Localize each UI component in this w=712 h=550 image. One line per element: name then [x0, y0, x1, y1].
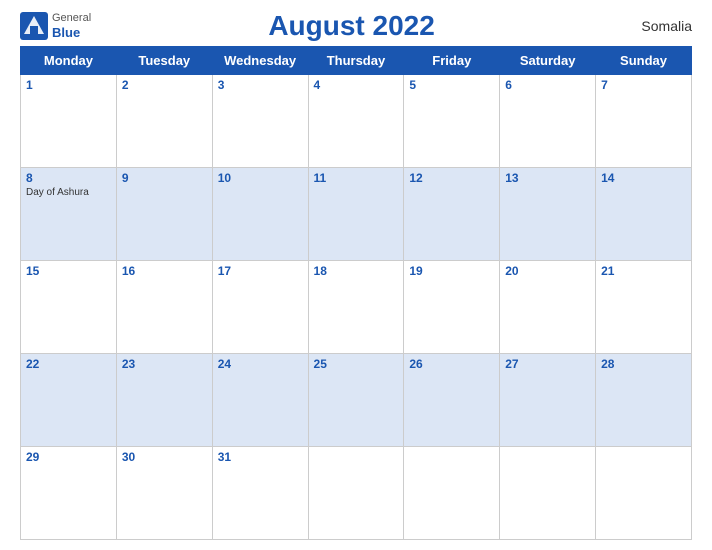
calendar-day-cell: 24 [212, 354, 308, 447]
calendar-week-row: 22 23 24 25 26 27 28 [21, 354, 692, 447]
logo: General Blue [20, 12, 91, 41]
calendar-day-cell: 30 [116, 447, 212, 540]
date-number: 10 [218, 171, 303, 185]
date-number: 8 [26, 171, 111, 185]
date-number: 17 [218, 264, 303, 278]
calendar-day-cell: 2 [116, 75, 212, 168]
country-name: Somalia [612, 18, 692, 34]
date-number: 7 [601, 78, 686, 92]
calendar-day-cell: 4 [308, 75, 404, 168]
logo-text: General Blue [52, 12, 91, 41]
calendar-week-row: 15 16 17 18 19 20 21 [21, 261, 692, 354]
calendar-day-cell: 25 [308, 354, 404, 447]
date-number: 25 [314, 357, 399, 371]
calendar-day-cell: 3 [212, 75, 308, 168]
date-number: 19 [409, 264, 494, 278]
calendar-title: August 2022 [91, 10, 612, 42]
date-number: 2 [122, 78, 207, 92]
header-wednesday: Wednesday [212, 47, 308, 75]
date-number: 28 [601, 357, 686, 371]
calendar-day-cell: 17 [212, 261, 308, 354]
date-number: 21 [601, 264, 686, 278]
calendar-day-cell: 15 [21, 261, 117, 354]
header-thursday: Thursday [308, 47, 404, 75]
weekday-header-row: Monday Tuesday Wednesday Thursday Friday… [21, 47, 692, 75]
header-saturday: Saturday [500, 47, 596, 75]
date-number: 3 [218, 78, 303, 92]
date-number: 18 [314, 264, 399, 278]
header-monday: Monday [21, 47, 117, 75]
calendar-day-cell: 16 [116, 261, 212, 354]
calendar-week-row: 1234567 [21, 75, 692, 168]
calendar-day-cell: 13 [500, 168, 596, 261]
date-number: 22 [26, 357, 111, 371]
calendar-day-cell [596, 447, 692, 540]
date-number: 26 [409, 357, 494, 371]
calendar-day-cell: 8 Day of Ashura [21, 168, 117, 261]
calendar-day-cell: 31 [212, 447, 308, 540]
calendar-day-cell [308, 447, 404, 540]
date-number: 4 [314, 78, 399, 92]
calendar-day-cell: 14 [596, 168, 692, 261]
calendar-day-cell: 21 [596, 261, 692, 354]
calendar-day-cell: 29 [21, 447, 117, 540]
calendar-day-cell: 12 [404, 168, 500, 261]
calendar-day-cell: 19 [404, 261, 500, 354]
date-number: 31 [218, 450, 303, 464]
calendar-day-cell: 26 [404, 354, 500, 447]
date-number: 29 [26, 450, 111, 464]
calendar-day-cell: 22 [21, 354, 117, 447]
logo-blue-text: Blue [52, 25, 91, 41]
calendar-day-cell: 27 [500, 354, 596, 447]
date-number: 27 [505, 357, 590, 371]
calendar-header: General Blue August 2022 Somalia [20, 10, 692, 42]
calendar-week-row: 8 Day of Ashura 9 10 11 12 13 14 [21, 168, 692, 261]
date-number: 15 [26, 264, 111, 278]
date-number: 13 [505, 171, 590, 185]
date-number: 12 [409, 171, 494, 185]
holiday-label: Day of Ashura [26, 187, 111, 198]
calendar-day-cell: 28 [596, 354, 692, 447]
date-number: 16 [122, 264, 207, 278]
header-friday: Friday [404, 47, 500, 75]
date-number: 23 [122, 357, 207, 371]
date-number: 5 [409, 78, 494, 92]
calendar-table: Monday Tuesday Wednesday Thursday Friday… [20, 46, 692, 540]
date-number: 14 [601, 171, 686, 185]
calendar-day-cell: 11 [308, 168, 404, 261]
date-number: 9 [122, 171, 207, 185]
calendar-day-cell: 6 [500, 75, 596, 168]
calendar-day-cell: 18 [308, 261, 404, 354]
date-number: 1 [26, 78, 111, 92]
logo-general-text: General [52, 12, 91, 25]
date-number: 24 [218, 357, 303, 371]
date-number: 20 [505, 264, 590, 278]
calendar-week-row: 29 30 31 [21, 447, 692, 540]
calendar-day-cell: 23 [116, 354, 212, 447]
date-number: 6 [505, 78, 590, 92]
header-sunday: Sunday [596, 47, 692, 75]
header-tuesday: Tuesday [116, 47, 212, 75]
logo-icon [20, 12, 48, 40]
calendar-day-cell: 7 [596, 75, 692, 168]
date-number: 11 [314, 171, 399, 185]
calendar-day-cell [500, 447, 596, 540]
calendar-day-cell [404, 447, 500, 540]
calendar-day-cell: 10 [212, 168, 308, 261]
calendar-day-cell: 9 [116, 168, 212, 261]
calendar-day-cell: 20 [500, 261, 596, 354]
calendar-day-cell: 1 [21, 75, 117, 168]
calendar-day-cell: 5 [404, 75, 500, 168]
date-number: 30 [122, 450, 207, 464]
